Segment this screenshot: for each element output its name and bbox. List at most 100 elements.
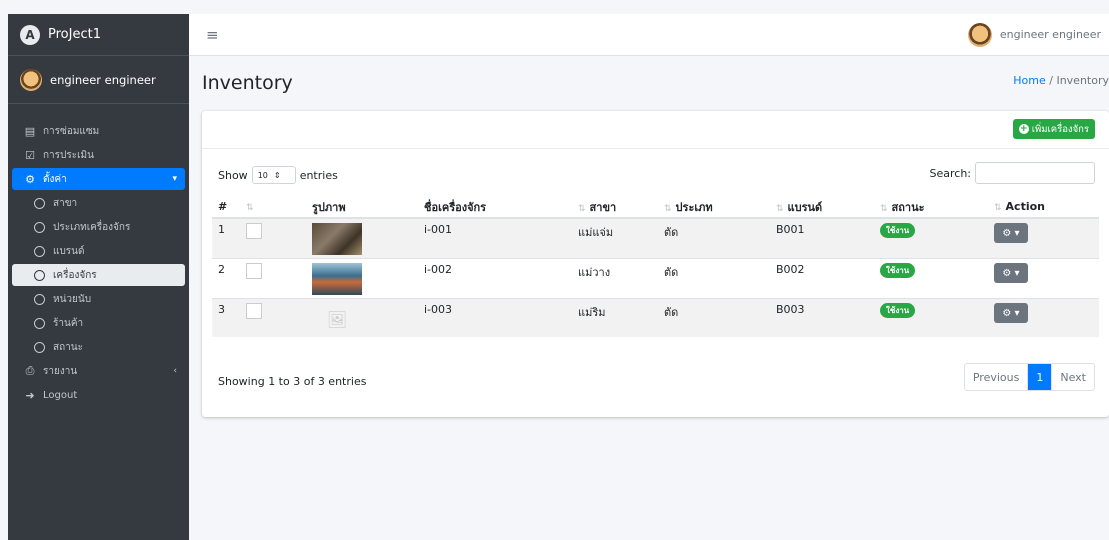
cell-branch: แม่วาง (572, 258, 658, 299)
row-checkbox[interactable] (246, 223, 262, 239)
sidebar-item-label: การซ่อมแซม (43, 125, 100, 137)
brand-name: ProJect1 (48, 27, 101, 42)
cell-branch: แม่แจ่ม (572, 217, 658, 259)
sidebar-item-evaluation[interactable]: ☑ การประเมิน (12, 144, 185, 166)
brand-logo-icon: A (20, 24, 40, 45)
gear-icon: ⚙ (1002, 227, 1012, 239)
cell-image: 🖼 (306, 298, 418, 337)
row-checkbox[interactable] (246, 263, 262, 279)
col-header-action[interactable]: ⇅ Action (988, 196, 1099, 219)
cell-name: i-002 (418, 258, 572, 299)
sort-icon: ⇅ (246, 203, 254, 213)
cell-type: ตัด (658, 217, 770, 259)
action-dropdown-button[interactable]: ⚙ ▾ (994, 303, 1028, 323)
app-frame: A ProJect1 engineer engineer ▤ การซ่อมแซ… (8, 14, 1109, 540)
image-placeholder-icon: 🖼 (326, 309, 348, 329)
machine-photo (312, 223, 362, 255)
sidebar-nav: ▤ การซ่อมแซม ☑ การประเมิน ⚙ ตั้งค่า ▾ สา… (8, 104, 189, 406)
cell-brand: B003 (770, 298, 874, 337)
circle-icon (34, 245, 45, 257)
col-header-brand[interactable]: ⇅ แบรนด์ (770, 196, 874, 219)
pagination-next[interactable]: Next (1052, 364, 1094, 390)
sidebar-item-logout[interactable]: ➜ Logout (12, 384, 185, 406)
search-label: Search: (929, 166, 972, 180)
cell-status: ใช้งาน (874, 298, 988, 337)
sidebar-item-repair[interactable]: ▤ การซ่อมแซม (12, 120, 185, 142)
row-checkbox[interactable] (246, 303, 262, 319)
menu-toggle-icon[interactable]: ≡ (206, 26, 219, 44)
cell-status: ใช้งาน (874, 217, 988, 259)
col-header-check[interactable]: ⇅ (240, 196, 306, 219)
breadcrumb-current: Inventory (1056, 74, 1109, 87)
logout-icon: ➜ (25, 388, 35, 402)
cell-image (306, 258, 418, 299)
cell-status: ใช้งาน (874, 258, 988, 299)
sort-updown-icon: ⇕ (273, 170, 281, 180)
sidebar-subitem-brand[interactable]: แบรนด์ (12, 240, 185, 262)
cell-brand: B001 (770, 217, 874, 259)
col-header-no[interactable]: # (212, 196, 240, 219)
circle-icon (34, 221, 45, 233)
sidebar-user-name: engineer engineer (50, 72, 156, 87)
circle-icon (34, 341, 45, 353)
col-header-name[interactable]: ชื่อเครื่องจักร (418, 196, 572, 219)
pagination-previous[interactable]: Previous (965, 364, 1029, 390)
sort-icon: ⇅ (994, 203, 1002, 213)
sidebar-item-label: ร้านค้า (53, 317, 84, 329)
action-dropdown-button[interactable]: ⚙ ▾ (994, 263, 1028, 283)
col-header-type[interactable]: ⇅ ประเภท (658, 196, 770, 219)
sidebar-item-label: ตั้งค่า (43, 173, 67, 185)
inventory-card: + เพิ่มเครื่องจักร Show 10 ⇕ entries Sea… (202, 111, 1109, 417)
cell-name: i-003 (418, 298, 572, 337)
entries-label: entries (299, 168, 338, 182)
search-input[interactable] (975, 162, 1095, 184)
sidebar-subitem-status[interactable]: สถานะ (12, 336, 185, 358)
table-info: Showing 1 to 3 of 3 entries (218, 375, 367, 388)
clipboard-icon: ▤ (24, 124, 36, 138)
col-header-branch[interactable]: ⇅ สาขา (572, 196, 658, 219)
breadcrumb-home[interactable]: Home (1013, 74, 1045, 87)
action-dropdown-button[interactable]: ⚙ ▾ (994, 223, 1028, 243)
table-row: 3 🖼 i-003 แม่ริม ตัด B003 ใช้งาน ⚙ ▾ (212, 298, 1099, 337)
sidebar-subitem-machine-type[interactable]: ประเภทเครื่องจักร (12, 216, 185, 238)
breadcrumb-separator: / (1049, 74, 1053, 87)
add-machine-button[interactable]: + เพิ่มเครื่องจักร (1012, 119, 1095, 139)
sort-icon: ⇅ (578, 203, 586, 214)
show-label: Show (218, 168, 248, 182)
sidebar-subitem-machine[interactable]: เครื่องจักร (12, 264, 185, 286)
cell-no: 2 (212, 258, 240, 299)
add-machine-label: เพิ่มเครื่องจักร (1031, 123, 1089, 135)
col-header-image[interactable]: รูปภาพ (306, 196, 418, 219)
user-panel[interactable]: engineer engineer (8, 56, 189, 104)
gear-icon: ⚙ (1002, 267, 1012, 279)
check-square-icon: ☑ (25, 148, 35, 162)
sidebar-subitem-unit[interactable]: หน่วยนับ (12, 288, 185, 310)
sidebar: A ProJect1 engineer engineer ▤ การซ่อมแซ… (8, 14, 189, 540)
brand[interactable]: A ProJect1 (8, 14, 189, 56)
sidebar-subitem-shop[interactable]: ร้านค้า (12, 312, 185, 334)
circle-icon (34, 269, 45, 281)
cell-check (240, 298, 306, 337)
circle-icon (34, 293, 45, 305)
status-badge: ใช้งาน (880, 223, 916, 238)
top-user-menu[interactable]: engineer engineer (967, 22, 1101, 47)
cell-action: ⚙ ▾ (988, 298, 1099, 337)
cell-action: ⚙ ▾ (988, 258, 1099, 299)
cell-brand: B002 (770, 258, 874, 299)
inventory-table: # ⇅ รูปภาพ ชื่อเครื่องจักร ⇅ สาขา ⇅ ประเภท… (212, 196, 1099, 337)
cell-action: ⚙ ▾ (988, 217, 1099, 259)
page-title: Inventory (202, 72, 293, 94)
chevron-down-icon: ▾ (172, 174, 177, 184)
entries-select[interactable]: 10 ⇕ (251, 166, 296, 184)
sidebar-item-settings[interactable]: ⚙ ตั้งค่า ▾ (12, 168, 185, 190)
table-row: 2 i-002 แม่วาง ตัด B002 ใช้งาน ⚙ ▾ (212, 258, 1099, 299)
col-header-status[interactable]: ⇅ สถานะ (874, 196, 988, 219)
gear-icon: ⚙ (1002, 307, 1012, 319)
sidebar-subitem-branch[interactable]: สาขา (12, 192, 185, 214)
sidebar-item-report[interactable]: ⎙ รายงาน ‹ (12, 360, 185, 382)
breadcrumb: Home / Inventory (1013, 74, 1109, 87)
pagination-page[interactable]: 1 (1028, 364, 1053, 390)
sidebar-item-label: สถานะ (53, 341, 83, 353)
table-row: 1 i-001 แม่แจ่ม ตัด B001 ใช้งาน ⚙ ▾ (212, 217, 1099, 259)
top-navbar: ≡ engineer engineer (189, 14, 1109, 56)
